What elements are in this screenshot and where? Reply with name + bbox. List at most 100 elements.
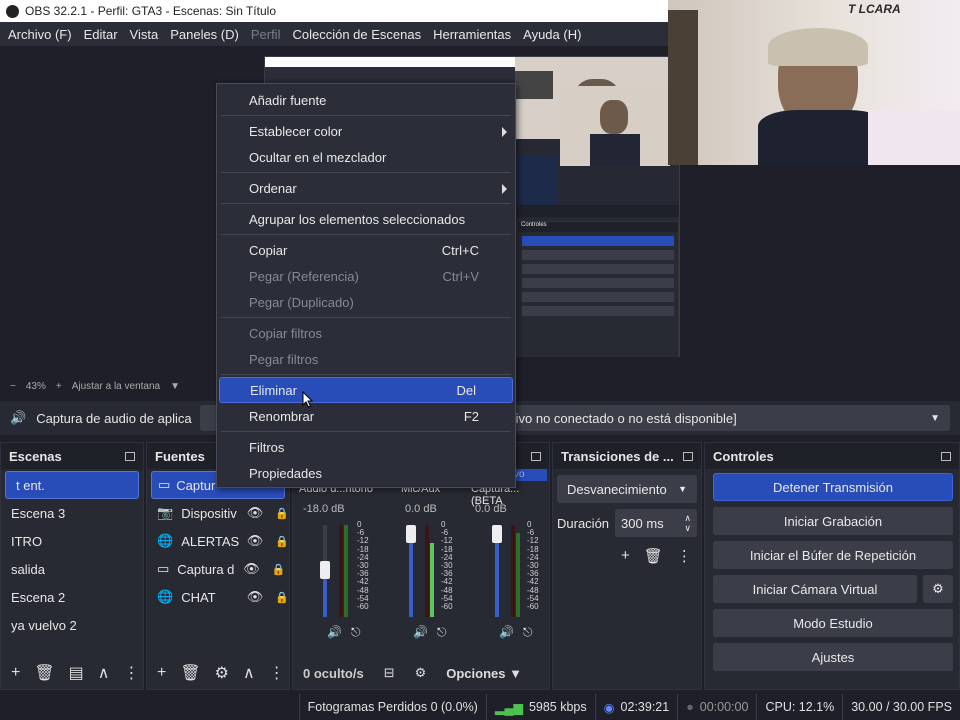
chevron-down-icon: ▼ <box>678 484 687 494</box>
eye-icon[interactable]: 👁 <box>247 589 264 605</box>
studio-mode-button[interactable]: Modo Estudio <box>713 609 953 637</box>
mute-icon[interactable]: 🔊 <box>499 625 514 639</box>
spin-arrows-icon[interactable]: ∧ ∨ <box>684 513 691 533</box>
transition-select[interactable]: Desvanecimiento ▼ <box>557 475 697 503</box>
zoom-dropdown-icon[interactable]: ▼ <box>170 381 180 392</box>
replay-buffer-button[interactable]: Iniciar el Búfer de Repetición <box>713 541 953 569</box>
menu-group-selected[interactable]: Agrupar los elementos seleccionados <box>217 206 515 232</box>
start-recording-button[interactable]: Iniciar Grabación <box>713 507 953 535</box>
more-icon[interactable]: ⋮ <box>677 547 692 565</box>
more-icon[interactable]: ⋮ <box>124 663 140 683</box>
menu-filters[interactable]: Filtros <box>217 434 515 460</box>
menu-copy-filters[interactable]: Copiar filtros <box>217 320 515 346</box>
stop-stream-button[interactable]: Detener Transmisión <box>713 473 953 501</box>
menu-coleccion-escenas[interactable]: Colección de Escenas <box>286 27 427 42</box>
zoom-out-button[interactable]: − <box>10 381 16 392</box>
mute-icon[interactable]: 🔊 <box>413 625 428 639</box>
monitor-icon[interactable]: ⎋ <box>351 625 361 640</box>
db-scale: 0 -6 -12 -18 -24 -30 -36 -42 -48 -54 -60 <box>527 520 539 612</box>
source-item[interactable]: 📷 Dispositiv 👁 🔒 <box>147 499 289 527</box>
duration-spinbox[interactable]: 300 ms ∧ ∨ <box>615 509 697 537</box>
preview-webcam-thumb <box>560 86 670 166</box>
eye-icon[interactable]: 👁 <box>247 505 264 521</box>
mixer-settings-icon[interactable]: ⚙ <box>415 665 427 681</box>
menu-set-color[interactable]: Establecer color <box>217 118 515 144</box>
duration-value: 300 ms <box>621 515 664 531</box>
menu-paneles[interactable]: Paneles (D) <box>164 27 245 42</box>
controls-title: Controles <box>713 448 774 464</box>
scene-item[interactable]: ITRO <box>1 527 143 555</box>
menu-paste-duplicate[interactable]: Pegar (Duplicado) <box>217 289 515 315</box>
menu-herramientas[interactable]: Herramientas <box>427 27 517 42</box>
duration-label: Duración <box>557 515 610 531</box>
float-dock-icon[interactable] <box>941 451 951 461</box>
menu-rename[interactable]: Renombrar F2 <box>217 403 515 429</box>
add-source-icon[interactable]: + <box>157 664 166 682</box>
layout-icon[interactable]: ⊟ <box>384 665 395 681</box>
menu-ayuda[interactable]: Ayuda (H) <box>517 27 587 42</box>
volume-fader[interactable] <box>406 525 416 543</box>
scene-item[interactable]: Escena 3 <box>1 499 143 527</box>
menu-hide-in-mixer[interactable]: Ocultar en el mezclador <box>217 144 515 170</box>
menu-add-source[interactable]: Añadir fuente <box>217 87 515 113</box>
menu-paste-reference[interactable]: Pegar (Referencia) Ctrl+V <box>217 263 515 289</box>
menu-editar[interactable]: Editar <box>78 27 124 42</box>
float-dock-icon[interactable] <box>683 451 693 461</box>
chevron-up-icon[interactable]: ∧ <box>243 663 255 683</box>
filter-icon[interactable]: ▤ <box>69 663 84 683</box>
menu-archivo[interactable]: Archivo (F) <box>2 27 78 42</box>
gear-icon[interactable]: ⚙ <box>215 663 229 683</box>
menu-paste-filters[interactable]: Pegar filtros <box>217 346 515 372</box>
mute-icon[interactable]: 🔊 <box>327 625 342 639</box>
source-item[interactable]: 🌐 CHAT 👁 🔒 <box>147 583 289 611</box>
eye-icon[interactable]: 👁 <box>247 533 264 549</box>
monitor-icon[interactable]: ⎋ <box>437 625 447 640</box>
fit-window-label[interactable]: Ajustar a la ventana <box>72 381 160 392</box>
menu-delete[interactable]: Eliminar Del <box>219 377 513 403</box>
float-dock-icon[interactable] <box>125 451 135 461</box>
scene-item[interactable]: t ent. <box>5 471 139 499</box>
trash-icon[interactable]: 🗑 <box>34 663 54 683</box>
context-menu: Añadir fuente Establecer color Ocultar e… <box>216 83 516 488</box>
device-status-text: tivo no conectado o no está disponible] <box>512 410 737 426</box>
menu-perfil[interactable]: Perfil <box>245 27 287 42</box>
menu-properties[interactable]: Propiedades <box>217 460 515 486</box>
gear-icon[interactable]: ⚙ <box>923 575 953 603</box>
source-item[interactable]: ▭ Captura d 👁 🔒 <box>147 555 289 583</box>
trash-icon[interactable]: 🗑 <box>644 547 663 565</box>
eye-icon[interactable]: 👁 <box>243 561 260 577</box>
scene-item[interactable]: ya vuelvo 2 <box>1 611 143 639</box>
scene-item[interactable]: Escena 2 <box>1 583 143 611</box>
volume-fader[interactable] <box>492 525 502 543</box>
menu-copy[interactable]: Copiar Ctrl+C <box>217 237 515 263</box>
channel-db: 0.0 dB <box>405 503 437 515</box>
float-dock-icon[interactable] <box>531 451 541 461</box>
mixer-options-button[interactable]: Opciones ▼ <box>446 666 522 681</box>
volume-fader[interactable] <box>320 561 330 579</box>
zoom-in-button[interactable]: + <box>56 381 62 392</box>
more-icon[interactable]: ⋮ <box>269 663 285 683</box>
transitions-title: Transiciones de ... <box>561 448 674 464</box>
submenu-arrow-icon <box>502 184 507 194</box>
lock-icon[interactable]: 🔒 <box>272 563 286 576</box>
scene-item[interactable]: salida <box>1 555 143 583</box>
lock-icon[interactable]: 🔒 <box>275 507 289 520</box>
menu-order[interactable]: Ordenar <box>217 175 515 201</box>
chevron-up-icon[interactable]: ∧ <box>98 663 110 683</box>
monitor-icon[interactable]: ⎋ <box>523 625 533 640</box>
cpu-usage: CPU: 12.1% <box>756 694 842 720</box>
trash-icon[interactable]: 🗑 <box>180 663 200 683</box>
add-transition-icon[interactable]: + <box>621 547 630 565</box>
source-item[interactable]: 🌐 ALERTAS D 👁 🔒 <box>147 527 289 555</box>
globe-icon: 🌐 <box>157 589 174 604</box>
controls-dock: Controles Detener Transmisión Iniciar Gr… <box>704 442 960 690</box>
add-scene-icon[interactable]: + <box>11 664 20 682</box>
window-titlebar: OBS 32.2.1 - Perfil: GTA3 - Escenas: Sin… <box>0 0 668 22</box>
lock-icon[interactable]: 🔒 <box>275 591 289 604</box>
record-time: ● 00:00:00 <box>677 694 756 720</box>
monitor-icon: ▭ <box>158 477 171 492</box>
lock-icon[interactable]: 🔒 <box>275 535 289 548</box>
menu-vista[interactable]: Vista <box>124 27 165 42</box>
settings-button[interactable]: Ajustes <box>713 643 953 671</box>
virtual-camera-button[interactable]: Iniciar Cámara Virtual <box>713 575 917 603</box>
